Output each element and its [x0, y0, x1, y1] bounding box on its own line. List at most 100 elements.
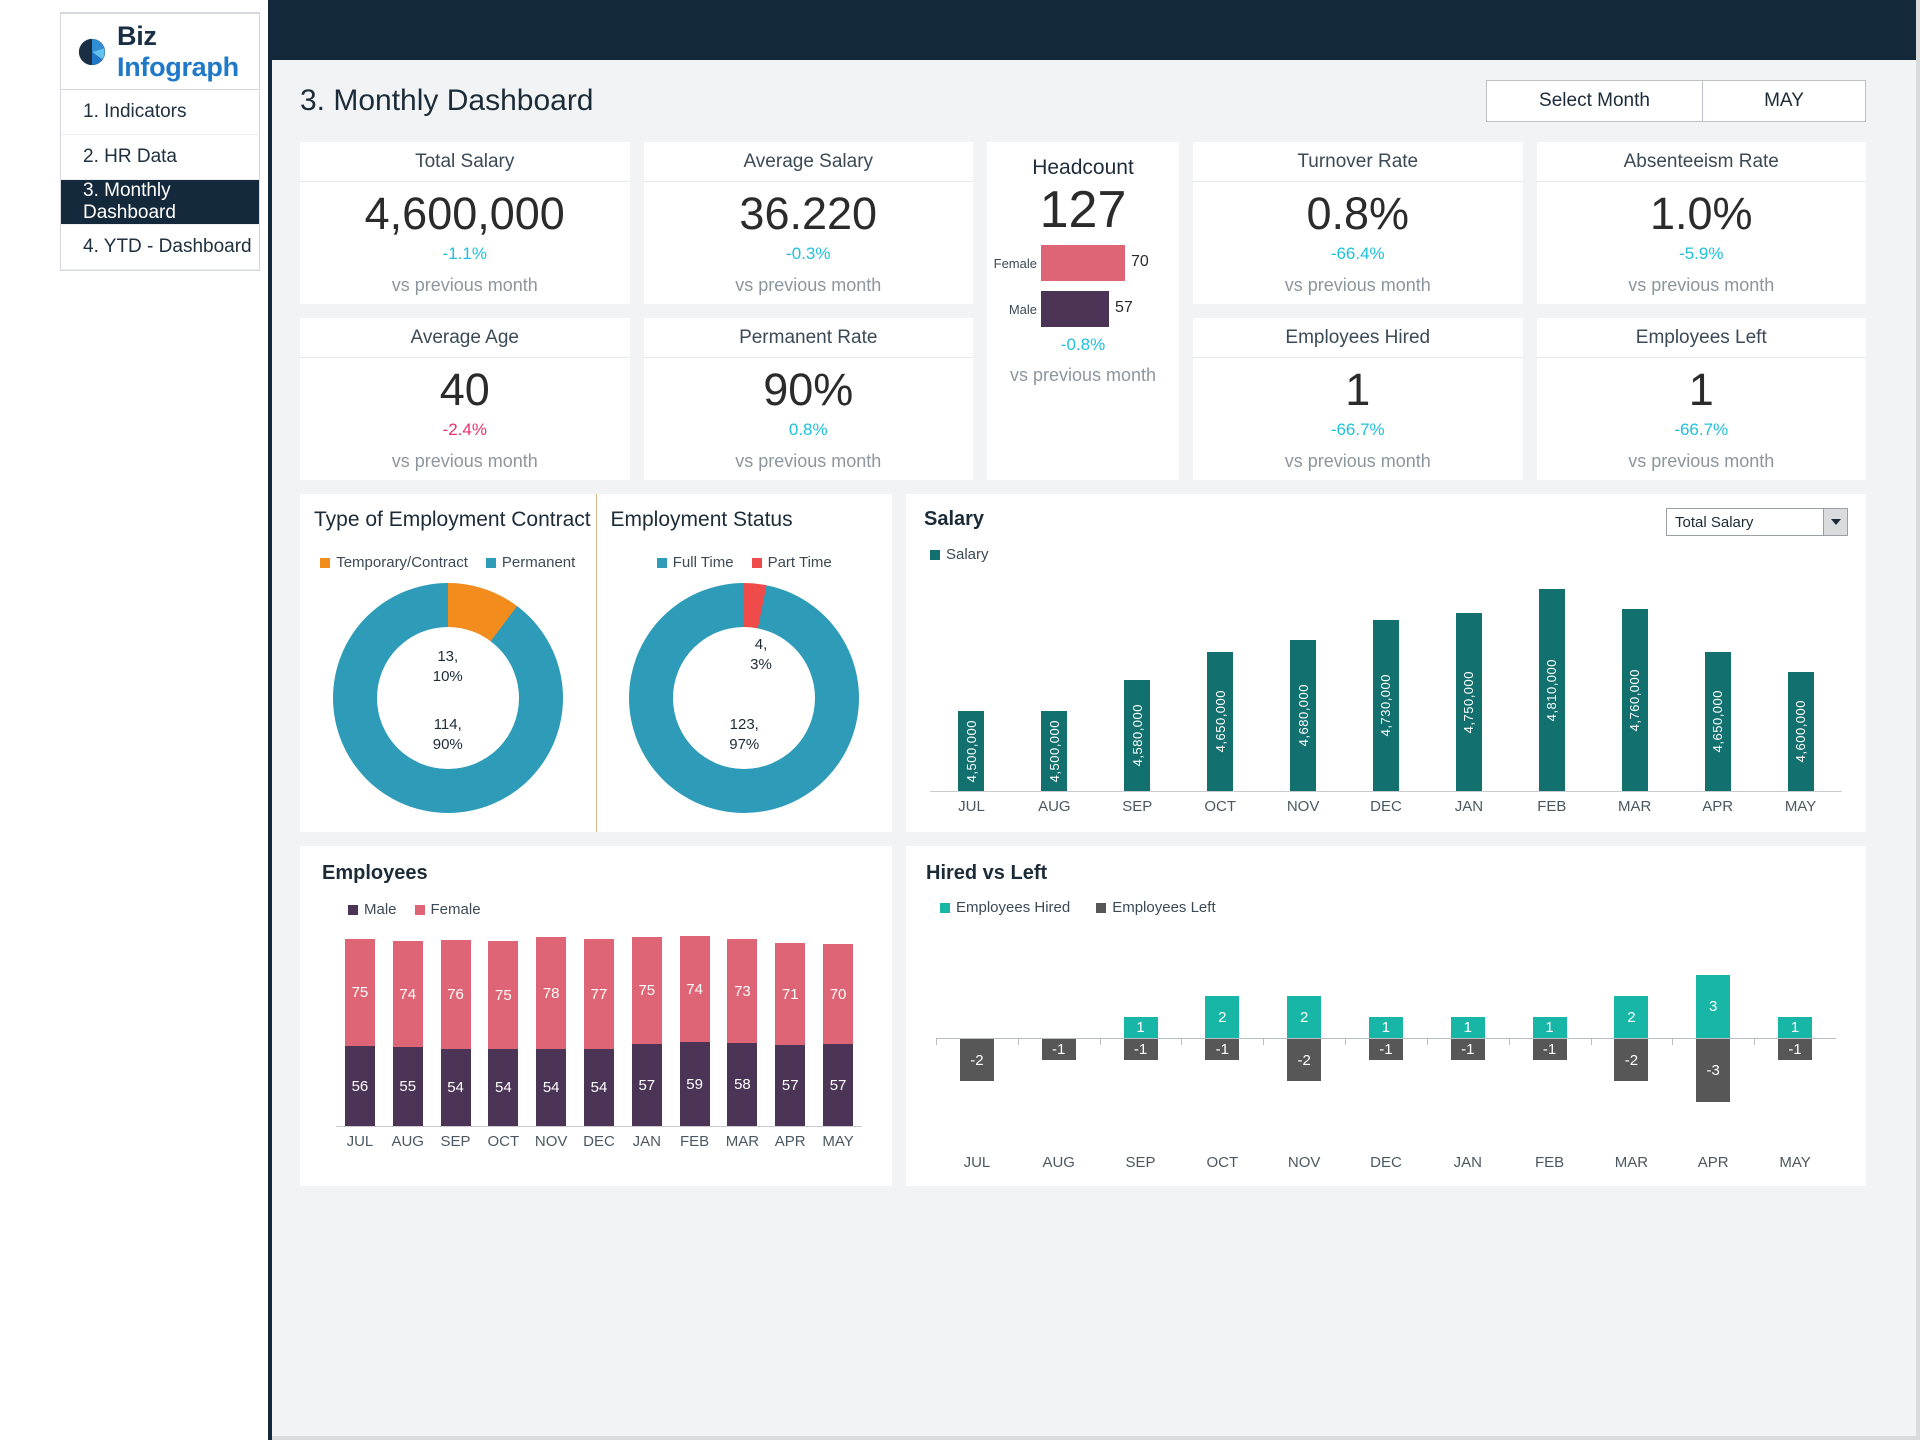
kpi-title: Turnover Rate — [1193, 142, 1523, 182]
salary-bars: 4,500,000 4,500,000 4,580,000 4,650,000 4,68… — [924, 569, 1848, 791]
kpi-delta: -0.3% — [786, 243, 831, 263]
legend-swatch-icon — [930, 549, 940, 560]
chart-title: Employment Status — [610, 508, 793, 531]
employees-female-segment: 73 — [727, 939, 758, 1043]
hired-vs-left-plot: -2 -1 1 -1 2 -1 2 -2 1 -1 1 -1 1 -1 2 -2 3 -3 1 -1 — [926, 946, 1846, 1136]
salary-x-axis: JUL AUG SEP OCT NOV DEC JAN FEB MAR APR MAY — [924, 798, 1848, 815]
brand-logo: Biz Infograph — [60, 12, 260, 90]
left-bar: -1 — [1123, 1039, 1158, 1060]
headcount-bar-value: 70 — [1131, 253, 1149, 271]
x-tick-label: DEC — [583, 1133, 615, 1150]
kpi-column-3: Turnover Rate 0.8% -66.4% vs previous mo… — [1193, 142, 1523, 480]
legend-swatch-icon — [320, 557, 331, 568]
x-tick-label: JUL — [963, 1154, 991, 1171]
month-selector-label: Select Month — [1487, 81, 1703, 121]
employees-x-axis: JUL AUG SEP OCT NOV DEC JAN FEB MAR APR MAY — [322, 1133, 876, 1150]
sidebar-item-monthly-dashboard[interactable]: 3. Monthly Dashboard — [61, 180, 259, 225]
axis-tick — [1017, 1038, 1019, 1045]
x-tick-label: JUL — [346, 1133, 374, 1150]
sidebar-item-indicators[interactable]: 1. Indicators — [61, 90, 259, 135]
x-tick-label: MAY — [822, 1133, 854, 1150]
bar-slot: 74 55 — [384, 926, 432, 1126]
x-tick-label: SEP — [1125, 1154, 1156, 1171]
bar-slot: 2 -1 — [1181, 946, 1263, 1136]
employees-female-segment: 74 — [392, 941, 423, 1047]
employees-axis-line — [336, 1126, 862, 1127]
sidebar-item-hr-data[interactable]: 2. HR Data — [61, 135, 259, 180]
x-tick-label: MAR — [725, 1133, 760, 1150]
x-tick-label: AUG — [1038, 798, 1071, 815]
axis-tick — [1672, 1038, 1674, 1045]
sidebar-item-ytd-dashboard[interactable]: 4. YTD - Dashboard — [61, 225, 259, 270]
bar-slot: 4,650,000 — [1179, 569, 1262, 791]
chevron-down-icon[interactable] — [1823, 509, 1847, 535]
bar-slot: 71 57 — [766, 926, 814, 1126]
axis-tick — [1754, 1038, 1756, 1045]
legend-label: Employees Left — [1112, 899, 1216, 916]
employment-status-chart: Employment Status Full Time Part Time 4,… — [595, 494, 893, 832]
kpi-delta: -66.7% — [1674, 419, 1729, 439]
brand-name-second: Infograph — [117, 51, 239, 82]
hired-bar: 1 — [1368, 1017, 1403, 1038]
legend-label: Full Time — [672, 554, 734, 571]
page-header: 3. Monthly Dashboard Select Month MAY — [272, 60, 1916, 142]
left-bar: -2 — [1614, 1039, 1649, 1081]
left-bar: -2 — [959, 1039, 994, 1081]
legend-label: Employees Hired — [956, 899, 1071, 916]
bar-slot: 4,760,000 — [1593, 569, 1676, 791]
headcount-bar-value: 57 — [1115, 299, 1133, 317]
axis-tick — [1345, 1038, 1347, 1045]
chart-title: Type of Employment Contract — [314, 508, 591, 531]
hired-bar: 1 — [1123, 1017, 1158, 1038]
employees-stacked-bars: 75 56 74 55 76 54 75 54 78 54 77 54 75 57 74 59 73 58 71 57… — [322, 926, 876, 1126]
salary-metric-dropdown[interactable]: Total Salary — [1666, 508, 1848, 536]
employment-donuts-panel: Type of Employment Contract Temporary/Co… — [300, 494, 892, 832]
x-tick-label: JUL — [958, 798, 985, 815]
x-tick-label: AUG — [1042, 1154, 1075, 1171]
brand-name-first: Biz — [117, 20, 157, 51]
salary-bar: 4,760,000 — [1621, 609, 1648, 791]
hired-bar: 2 — [1614, 996, 1649, 1038]
kpi-column-1: Total Salary 4,600,000 -1.1% vs previous… — [300, 142, 630, 480]
employees-male-segment: 54 — [440, 1049, 471, 1126]
kpi-column-4: Absenteeism Rate 1.0% -5.9% vs previous … — [1536, 142, 1866, 480]
bar-slot: 77 54 — [575, 926, 623, 1126]
legend-label: Male — [364, 901, 397, 918]
legend-item-part-time: Part Time — [751, 554, 832, 571]
left-bar: -1 — [1205, 1039, 1240, 1060]
kpi-subtitle: vs previous month — [391, 450, 538, 471]
headcount-card: Headcount 127 Female 70 Male 57 -0.8% vs… — [987, 142, 1179, 480]
salary-bar: 4,650,000 — [1207, 652, 1234, 791]
kpi-title: Absenteeism Rate — [1536, 142, 1866, 182]
bar-slot: 4,680,000 — [1262, 569, 1345, 791]
kpi-value: 90% — [763, 364, 854, 416]
axis-tick — [1263, 1038, 1265, 1045]
bar-slot: -1 — [1017, 946, 1100, 1136]
donut-slice-label-full-time: 123, 97% — [729, 716, 760, 754]
bar-slot: 76 54 — [432, 926, 480, 1126]
kpi-subtitle: vs previous month — [735, 450, 882, 471]
hired-bar: 2 — [1287, 996, 1322, 1038]
x-tick-label: MAR — [1614, 1154, 1649, 1171]
left-bar: -1 — [1450, 1039, 1485, 1060]
headcount-subtitle: vs previous month — [1009, 365, 1157, 386]
charts-row-2: Employees Male Female 75 56 74 55 76 54 75 54 78… — [272, 832, 1916, 1186]
x-tick-label: JAN — [1454, 798, 1484, 815]
axis-tick — [936, 1038, 937, 1045]
bar-slot: 4,580,000 — [1096, 569, 1179, 791]
kpi-title: Employees Left — [1536, 318, 1866, 358]
legend-item-temporary: Temporary/Contract — [320, 554, 468, 571]
month-selector[interactable]: Select Month MAY — [1486, 80, 1866, 122]
legend-swatch-icon — [485, 557, 496, 568]
employees-female-segment: 75 — [344, 939, 375, 1046]
salary-metric-value: Total Salary — [1675, 513, 1754, 531]
kpi-card-permanent-rate: Permanent Rate 90% 0.8% vs previous mont… — [643, 318, 973, 480]
salary-bar-label: 4,750,000 — [1461, 670, 1477, 734]
bar-slot: 1 -1 — [1345, 946, 1427, 1136]
x-tick-label: NOV — [1286, 798, 1320, 815]
bar-slot: 4,600,000 — [1759, 569, 1842, 791]
hired-bar: 1 — [1532, 1017, 1567, 1038]
kpi-title: Average Salary — [643, 142, 973, 182]
month-selector-value[interactable]: MAY — [1703, 81, 1865, 121]
salary-axis-line — [930, 791, 1842, 792]
